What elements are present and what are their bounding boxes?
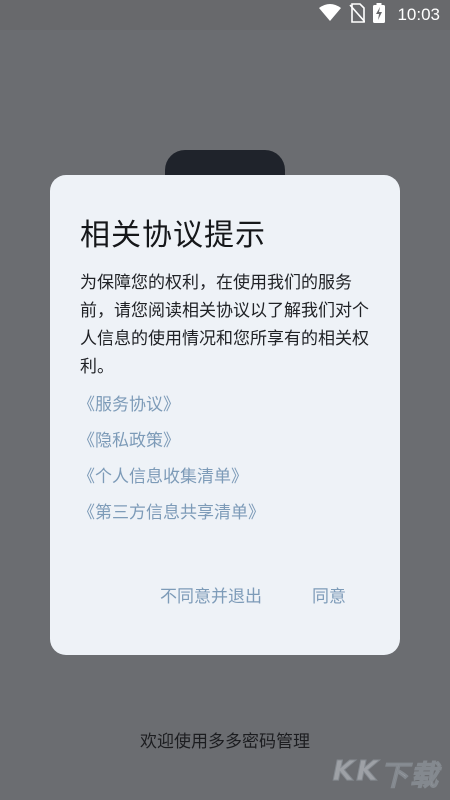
screen: 10:03 欢迎使用多多密码管理 K K 下 载 相关协议提示 为保障您的权利，… xyxy=(0,0,450,800)
watermark-logo: K K 下 载 xyxy=(332,754,438,793)
status-time: 10:03 xyxy=(397,5,440,24)
personal-info-list-link[interactable]: 《个人信息收集清单》 xyxy=(78,463,265,499)
decline-exit-button[interactable]: 不同意并退出 xyxy=(160,582,262,607)
dialog-body: 为保障您的权利，在使用我们的服务前，请您阅读相关协议以了解我们对个人信息的使用情… xyxy=(80,273,369,377)
third-party-sharing-link[interactable]: 《第三方信息共享清单》 xyxy=(78,499,265,535)
agreement-links: 《服务协议》 《隐私政策》 《个人信息收集清单》 《第三方信息共享清单》 xyxy=(78,391,265,535)
agree-button[interactable]: 同意 xyxy=(312,582,346,607)
battery-charging-icon xyxy=(373,3,386,27)
dialog-title: 相关协议提示 xyxy=(80,218,266,253)
privacy-policy-link[interactable]: 《隐私政策》 xyxy=(78,427,265,463)
agreement-dialog: 相关协议提示 为保障您的权利，在使用我们的服务前，请您阅读相关协议以了解我们对个… xyxy=(50,175,400,655)
welcome-text: 欢迎使用多多密码管理 xyxy=(140,732,310,752)
no-sim-icon xyxy=(349,3,367,27)
service-agreement-link[interactable]: 《服务协议》 xyxy=(78,391,265,427)
status-bar: 10:03 xyxy=(0,0,450,30)
wifi-icon xyxy=(319,4,342,26)
status-icons: 10:03 xyxy=(319,3,440,27)
